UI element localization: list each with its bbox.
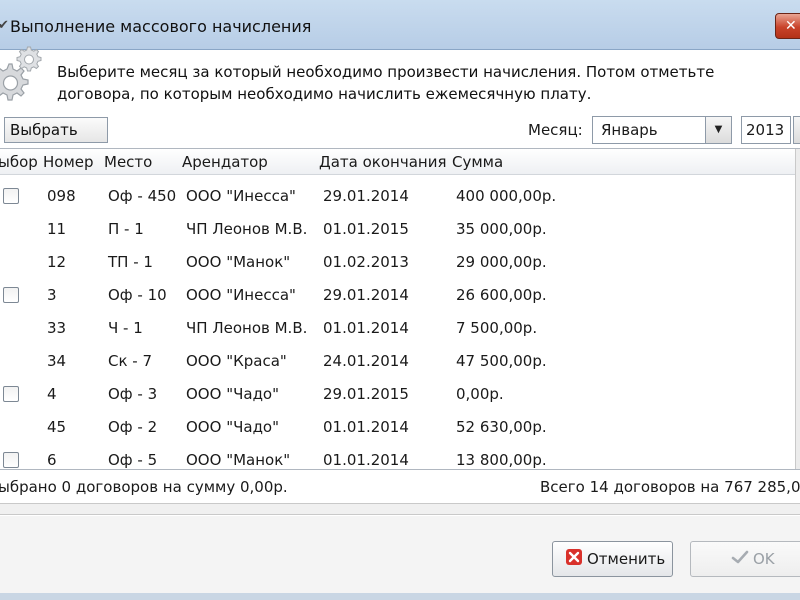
- cell-place: Оф - 3: [108, 385, 158, 403]
- cancel-x-icon: [566, 549, 582, 565]
- year-input[interactable]: 2013: [741, 116, 791, 144]
- cell-sum: 52 630,00р.: [456, 418, 547, 436]
- window-frame-bottom: [0, 593, 800, 600]
- row-checkbox[interactable]: [3, 287, 19, 303]
- chevron-down-icon[interactable]: ▼: [705, 117, 731, 143]
- header-end-date[interactable]: Дата окончания: [319, 153, 446, 171]
- selected-summary: ыбрано 0 договоров на сумму 0,00р.: [0, 478, 288, 496]
- cell-sum: 47 500,00р.: [456, 352, 547, 370]
- cell-tenant: ООО "Инесса": [186, 187, 296, 205]
- cell-tenant: ООО "Чадо": [186, 418, 280, 436]
- total-summary: Всего 14 договоров на 767 285,00р.: [540, 478, 800, 496]
- cell-number: 33: [47, 319, 67, 337]
- table-row[interactable]: 3 Оф - 10 ООО "Инесса" 29.01.2014 26 600,00р…: [0, 278, 795, 311]
- close-icon: ✕: [785, 18, 797, 34]
- cell-sum: 400 000,00р.: [456, 187, 557, 205]
- cell-place: Оф - 10: [108, 286, 167, 304]
- cell-tenant: ООО "Манок": [186, 253, 291, 271]
- cell-end-date: 01.01.2014: [323, 451, 409, 469]
- cell-tenant: ООО "Манок": [186, 451, 291, 469]
- pin-icon: ✔: [0, 18, 9, 33]
- cell-place: Ск - 7: [108, 352, 153, 370]
- cell-sum: 7 500,00р.: [456, 319, 538, 337]
- window-title: Выполнение массового начисления: [10, 17, 312, 36]
- horizontal-scrollbar[interactable]: [0, 503, 800, 515]
- cell-end-date: 01.01.2015: [323, 220, 409, 238]
- button-panel: [0, 516, 800, 600]
- cell-end-date: 24.01.2014: [323, 352, 409, 370]
- month-select[interactable]: Январь ▼: [592, 116, 732, 144]
- vertical-scrollbar[interactable]: [795, 149, 800, 469]
- cell-number: 34: [47, 352, 67, 370]
- select-all-button[interactable]: Выбрать все: [4, 117, 108, 163]
- month-value: Январь: [601, 121, 658, 139]
- cell-tenant: ООО "Чадо": [186, 385, 280, 403]
- cell-tenant: ООО "Инесса": [186, 286, 296, 304]
- cell-place: ТП - 1: [108, 253, 153, 271]
- month-label: Месяц:: [528, 121, 583, 139]
- year-spinner[interactable]: [793, 116, 800, 144]
- cell-place: Ч - 1: [108, 319, 143, 337]
- table-row[interactable]: 45 Оф - 2 ООО "Чадо" 01.01.2014 52 630,00р.: [0, 410, 795, 443]
- cell-sum: 0,00р.: [456, 385, 504, 403]
- cell-tenant: ЧП Леонов М.В.: [186, 319, 308, 337]
- cell-sum: 26 600,00р.: [456, 286, 547, 304]
- table-row[interactable]: 098 Оф - 450 ООО "Инесса" 29.01.2014 400 000…: [0, 179, 795, 212]
- table-row[interactable]: 12 ТП - 1 ООО "Манок" 01.02.2013 29 000,00р.: [0, 245, 795, 278]
- cell-end-date: 29.01.2015: [323, 385, 409, 403]
- cell-end-date: 01.01.2014: [323, 319, 409, 337]
- cell-tenant: ООО "Краса": [186, 352, 287, 370]
- table-row[interactable]: 34 Ск - 7 ООО "Краса" 24.01.2014 47 500,00р.: [0, 344, 795, 377]
- row-checkbox[interactable]: [3, 452, 19, 468]
- table-row[interactable]: 6 Оф - 5 ООО "Манок" 01.01.2014 13 800,00р.: [0, 443, 795, 476]
- cell-number: 6: [47, 451, 57, 469]
- ok-button[interactable]: OK: [690, 541, 800, 577]
- instruction-text: Выберите месяц за который необходимо про…: [57, 63, 715, 103]
- cell-number: 12: [47, 253, 67, 271]
- cancel-button[interactable]: Отменить: [552, 541, 673, 577]
- check-icon: [731, 550, 749, 564]
- title-bar: ✔ Выполнение массового начисления ✕: [0, 0, 800, 50]
- cancel-label: Отменить: [587, 550, 666, 568]
- cell-number: 11: [47, 220, 67, 238]
- table-row[interactable]: 11 П - 1 ЧП Леонов М.В. 01.01.2015 35 000,00…: [0, 212, 795, 245]
- table-row[interactable]: 4 Оф - 3 ООО "Чадо" 29.01.2015 0,00р.: [0, 377, 795, 410]
- header-number[interactable]: Номер: [43, 153, 94, 171]
- cell-number: 4: [47, 385, 57, 403]
- row-checkbox[interactable]: [3, 188, 19, 204]
- contracts-table: ыбор Номер Место Арендатор Дата окончани…: [0, 148, 800, 470]
- cell-number: 3: [47, 286, 57, 304]
- cell-place: П - 1: [108, 220, 144, 238]
- cell-end-date: 29.01.2014: [323, 187, 409, 205]
- header-sum[interactable]: Сумма: [452, 153, 503, 171]
- cell-end-date: 29.01.2014: [323, 286, 409, 304]
- cell-end-date: 01.01.2014: [323, 418, 409, 436]
- row-checkbox[interactable]: [3, 386, 19, 402]
- table-header: ыбор Номер Место Арендатор Дата окончани…: [0, 149, 795, 175]
- table-row[interactable]: 33 Ч - 1 ЧП Леонов М.В. 01.01.2014 7 500,00р…: [0, 311, 795, 344]
- cell-place: Оф - 5: [108, 451, 158, 469]
- cell-number: 098: [47, 187, 76, 205]
- cell-place: Оф - 2: [108, 418, 158, 436]
- close-button[interactable]: ✕: [775, 13, 800, 39]
- header-place[interactable]: Место: [104, 153, 152, 171]
- small-gear-icon: [16, 46, 42, 72]
- cell-place: Оф - 450: [108, 187, 177, 205]
- header-select[interactable]: ыбор: [0, 153, 38, 171]
- cell-number: 45: [47, 418, 67, 436]
- cell-end-date: 01.02.2013: [323, 253, 409, 271]
- cell-sum: 35 000,00р.: [456, 220, 547, 238]
- cell-sum: 13 800,00р.: [456, 451, 547, 469]
- cell-sum: 29 000,00р.: [456, 253, 547, 271]
- header-tenant[interactable]: Арендатор: [182, 153, 268, 171]
- ok-label: OK: [753, 550, 775, 568]
- cell-tenant: ЧП Леонов М.В.: [186, 220, 308, 238]
